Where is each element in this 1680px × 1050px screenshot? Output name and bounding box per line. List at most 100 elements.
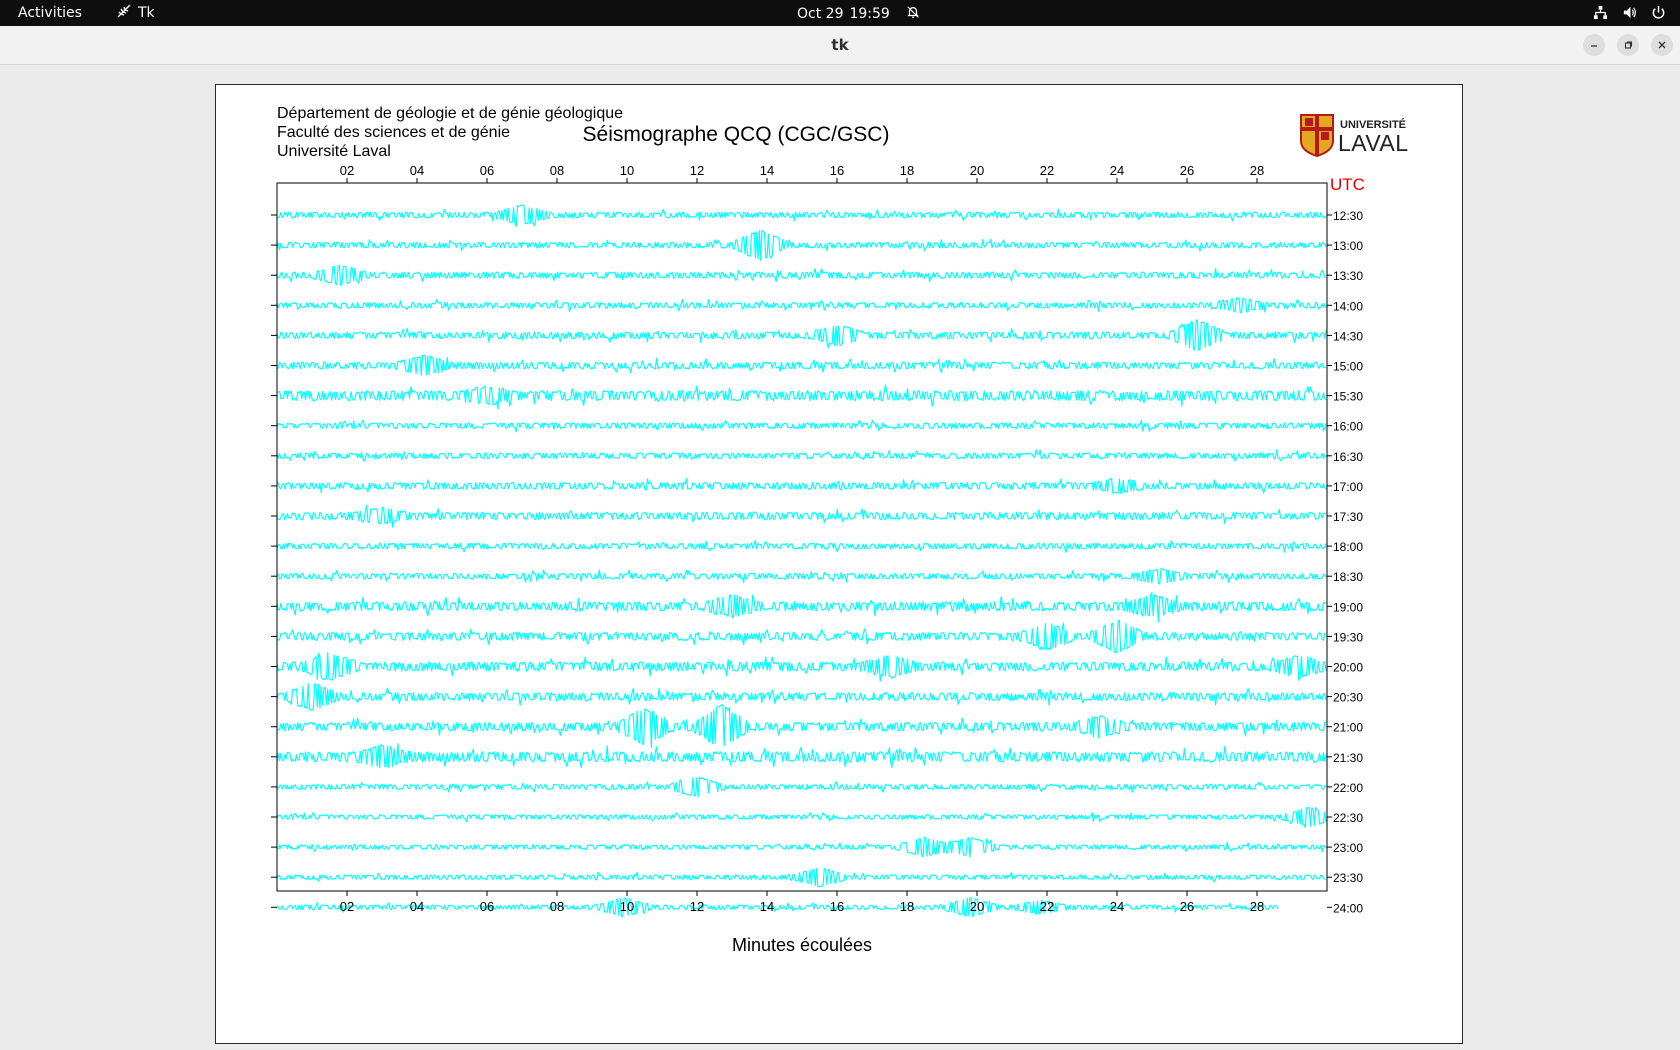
system-tray[interactable] bbox=[1593, 5, 1666, 24]
seismic-trace bbox=[276, 620, 1327, 653]
seismic-trace bbox=[276, 806, 1327, 828]
app-name: Tk bbox=[138, 5, 155, 21]
seismic-trace bbox=[276, 264, 1327, 286]
x-tick-label-top: 16 bbox=[830, 163, 844, 178]
close-icon bbox=[1658, 41, 1666, 49]
utc-row-label: 19:00 bbox=[1333, 600, 1363, 614]
seismic-trace bbox=[276, 568, 1327, 585]
clock-date: Oct 29 bbox=[797, 6, 844, 22]
utc-row-label: 17:30 bbox=[1333, 510, 1363, 524]
seismic-trace bbox=[276, 867, 1327, 888]
window-titlebar[interactable]: tk bbox=[0, 26, 1680, 65]
x-tick-label-bottom: 28 bbox=[1250, 899, 1264, 914]
utc-row-label: 18:30 bbox=[1333, 570, 1363, 584]
x-tick-label-bottom: 04 bbox=[410, 899, 424, 914]
utc-row-label: 15:30 bbox=[1333, 390, 1363, 404]
seismic-trace bbox=[276, 652, 1327, 682]
utc-row-label: 14:30 bbox=[1333, 329, 1363, 343]
seismic-trace bbox=[276, 477, 1327, 495]
x-tick-label-top: 06 bbox=[480, 163, 494, 178]
seismic-trace bbox=[276, 419, 1327, 433]
x-tick-label-top: 18 bbox=[900, 163, 914, 178]
utc-row-label: 20:30 bbox=[1333, 691, 1363, 705]
x-tick-label-top: 24 bbox=[1110, 163, 1124, 178]
x-tick-label-bottom: 02 bbox=[340, 899, 354, 914]
x-axis-label: Minutes écoulées bbox=[732, 935, 872, 955]
utc-row-label: 22:00 bbox=[1333, 781, 1363, 795]
volume-icon[interactable] bbox=[1622, 5, 1637, 24]
seismic-trace bbox=[276, 836, 1327, 858]
utc-row-label: 19:30 bbox=[1333, 630, 1363, 644]
utc-row-label: 23:30 bbox=[1333, 871, 1363, 885]
seismic-trace bbox=[276, 204, 1327, 228]
axes-layer: 02 02 04 04 06 06 08 08 10 10 12 12 14 14 16 16 18 18 20 20… bbox=[271, 163, 1365, 955]
utc-row-label: 16:00 bbox=[1333, 420, 1363, 434]
x-tick-label-bottom: 12 bbox=[690, 899, 704, 914]
x-tick-label-top: 14 bbox=[760, 163, 774, 178]
x-tick-label-top: 08 bbox=[550, 163, 564, 178]
seismic-trace bbox=[276, 504, 1327, 528]
utc-row-label: 24:00 bbox=[1333, 901, 1363, 915]
seismic-trace bbox=[276, 743, 1327, 769]
maximize-button[interactable] bbox=[1617, 34, 1639, 56]
clock-button[interactable]: Oct 29 19:59 bbox=[797, 5, 920, 23]
seismic-trace bbox=[276, 592, 1327, 623]
utc-row-label: 15:00 bbox=[1333, 360, 1363, 374]
traces-layer bbox=[276, 204, 1327, 918]
utc-axis-label: UTC bbox=[1330, 175, 1365, 194]
seismic-trace bbox=[276, 539, 1327, 553]
network-icon[interactable] bbox=[1593, 5, 1608, 24]
power-icon[interactable] bbox=[1651, 5, 1666, 24]
utc-row-label: 13:30 bbox=[1333, 269, 1363, 283]
x-tick-label-top: 20 bbox=[970, 163, 984, 178]
x-tick-label-top: 28 bbox=[1250, 163, 1264, 178]
seismic-trace bbox=[276, 384, 1327, 410]
x-tick-label-bottom: 26 bbox=[1180, 899, 1194, 914]
close-button[interactable] bbox=[1651, 34, 1673, 56]
minimize-icon bbox=[1591, 45, 1597, 47]
restore-icon bbox=[1624, 41, 1633, 49]
x-tick-label-bottom: 18 bbox=[900, 899, 914, 914]
x-tick-label-top: 10 bbox=[620, 163, 634, 178]
x-tick-label-bottom: 16 bbox=[830, 899, 844, 914]
x-tick-label-bottom: 22 bbox=[1040, 899, 1054, 914]
utc-row-label: 14:00 bbox=[1333, 299, 1363, 313]
x-tick-label-bottom: 10 bbox=[620, 899, 634, 914]
x-tick-label-top: 02 bbox=[340, 163, 354, 178]
app-menu-button[interactable]: Tk bbox=[116, 3, 155, 23]
utc-row-label: 13:00 bbox=[1333, 239, 1363, 253]
utc-row-label: 20:00 bbox=[1333, 661, 1363, 675]
x-tick-label-bottom: 06 bbox=[480, 899, 494, 914]
seismic-trace bbox=[276, 319, 1327, 351]
x-tick-label-bottom: 20 bbox=[970, 899, 984, 914]
window-title: tk bbox=[831, 36, 849, 54]
utc-row-label: 21:00 bbox=[1333, 721, 1363, 735]
tk-feather-icon bbox=[116, 3, 132, 23]
utc-row-label: 23:00 bbox=[1333, 841, 1363, 855]
utc-row-label: 12:30 bbox=[1333, 209, 1363, 223]
seismogram-canvas: Département de géologie et de génie géol… bbox=[215, 84, 1463, 1044]
seismic-trace bbox=[276, 449, 1327, 462]
minimize-button[interactable] bbox=[1583, 34, 1605, 56]
x-tick-label-top: 12 bbox=[690, 163, 704, 178]
seismic-trace bbox=[276, 776, 1327, 797]
seismic-trace bbox=[276, 297, 1327, 314]
gnome-top-bar: Activities Tk Oct 29 19:59 bbox=[0, 0, 1680, 26]
seismic-trace bbox=[276, 229, 1327, 262]
x-tick-label-bottom: 24 bbox=[1110, 899, 1124, 914]
x-tick-label-top: 26 bbox=[1180, 163, 1194, 178]
clock-time: 19:59 bbox=[849, 6, 890, 22]
x-tick-label-top: 22 bbox=[1040, 163, 1054, 178]
utc-row-label: 18:00 bbox=[1333, 540, 1363, 554]
utc-row-label: 17:00 bbox=[1333, 480, 1363, 494]
notifications-off-icon bbox=[896, 5, 920, 23]
x-tick-label-bottom: 14 bbox=[760, 899, 774, 914]
x-tick-label-top: 04 bbox=[410, 163, 424, 178]
seismogram-chart: 02 02 04 04 06 06 08 08 10 10 12 12 14 14 16 16 18 18 20 20… bbox=[271, 163, 1365, 955]
utc-row-label: 16:30 bbox=[1333, 450, 1363, 464]
activities-button[interactable]: Activities bbox=[18, 5, 82, 21]
seismic-trace bbox=[276, 354, 1327, 376]
utc-row-label: 21:30 bbox=[1333, 751, 1363, 765]
seismic-trace bbox=[276, 704, 1327, 749]
seismic-trace bbox=[276, 683, 1327, 711]
